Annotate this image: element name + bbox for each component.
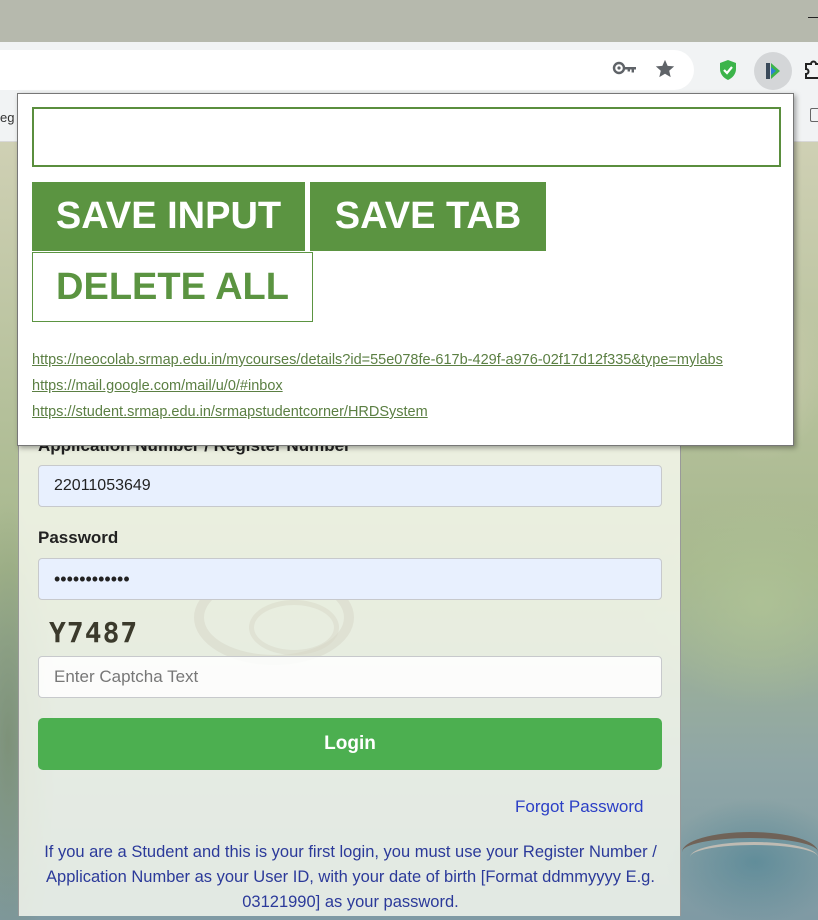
key-icon[interactable] (612, 61, 638, 75)
captcha-image: Y7487 (49, 616, 139, 649)
login-button[interactable]: Login (38, 718, 662, 770)
shield-extension-icon[interactable] (713, 55, 743, 85)
browser-toolbar (0, 42, 818, 94)
star-icon[interactable] (654, 58, 676, 80)
puzzle-icon[interactable] (804, 60, 818, 82)
bookmark-folder-icon[interactable] (810, 108, 818, 122)
login-form: Application Number / Register Number 220… (18, 420, 681, 916)
background-decoration (249, 600, 339, 655)
address-bar[interactable] (0, 50, 694, 90)
minimize-icon[interactable] (808, 17, 818, 18)
bridge-decoration (690, 842, 818, 872)
saved-link[interactable]: https://mail.google.com/mail/u/0/#inbox (32, 373, 723, 399)
delete-all-button[interactable]: DELETE ALL (32, 252, 313, 322)
save-input-field[interactable] (32, 107, 781, 167)
extension-popup: SAVE INPUT SAVE TAB DELETE ALL https://n… (17, 93, 794, 446)
save-tab-button[interactable]: SAVE TAB (310, 182, 546, 251)
saved-link[interactable]: https://student.srmap.edu.in/srmapstuden… (32, 399, 723, 425)
forgot-password-link[interactable]: Forgot Password (515, 797, 644, 817)
application-number-input[interactable]: 22011053649 (38, 465, 662, 507)
captcha-input[interactable]: Enter Captcha Text (38, 656, 662, 698)
saved-links-list: https://neocolab.srmap.edu.in/mycourses/… (32, 347, 723, 425)
save-input-button[interactable]: SAVE INPUT (32, 182, 305, 251)
first-login-notice: If you are a Student and this is your fi… (44, 843, 657, 911)
bookmark-item[interactable]: eg (0, 110, 14, 125)
active-extension-icon[interactable] (754, 52, 792, 90)
password-input[interactable]: •••••••••••• (38, 558, 662, 600)
password-label: Password (38, 528, 119, 547)
window-titlebar (0, 0, 818, 42)
saved-link[interactable]: https://neocolab.srmap.edu.in/mycourses/… (32, 347, 723, 373)
